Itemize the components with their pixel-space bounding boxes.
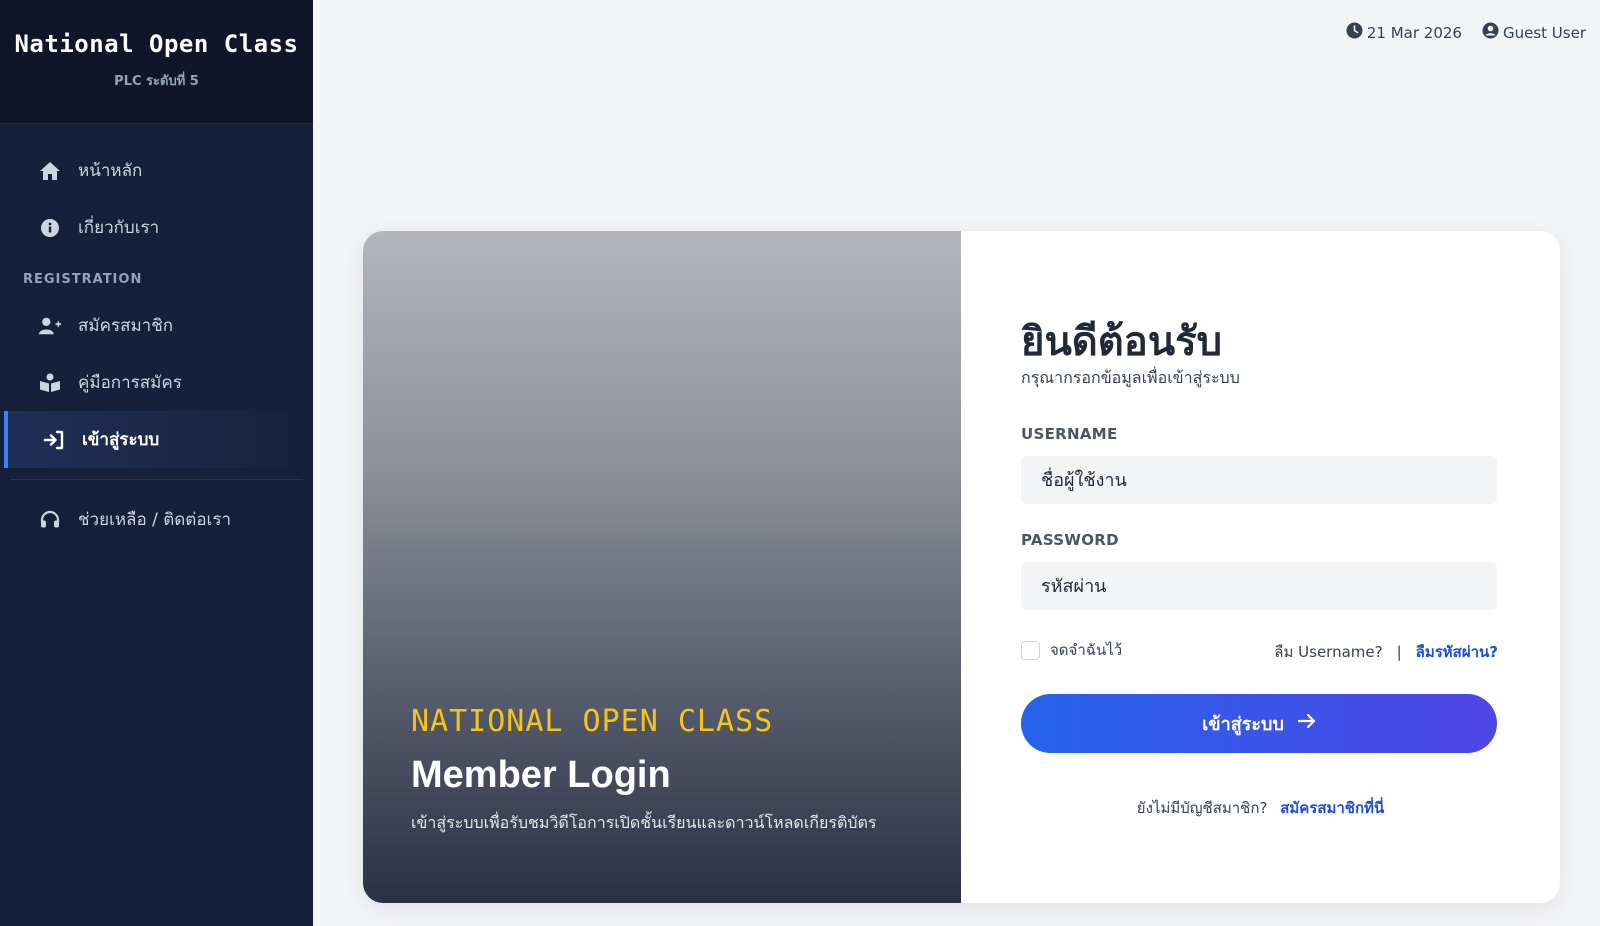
no-account-text: ยังไม่มีบัญชีสมาชิก? — [1136, 799, 1268, 817]
forgot-links: ลืม Username? | ลืมรหัสผ่าน? — [1274, 640, 1498, 664]
nav-divider — [10, 479, 303, 480]
login-button[interactable]: เข้าสู่ระบบ — [1021, 694, 1497, 753]
brand-subtitle: PLC ระดับที่ 5 — [114, 74, 199, 89]
info-icon — [38, 216, 62, 240]
sidebar-item-label: เข้าสู่ระบบ — [82, 430, 160, 450]
signup-link[interactable]: สมัครสมาชิกที่นี่ — [1280, 799, 1384, 817]
sidebar-item-help[interactable]: ช่วยเหลือ / ติดต่อเรา — [0, 491, 313, 548]
sidebar-item-home[interactable]: หน้าหลัก — [0, 142, 313, 199]
signup-prompt: ยังไม่มีบัญชีสมาชิก? สมัครสมาชิกที่นี่ — [961, 796, 1560, 820]
remember-me[interactable]: จดจำฉันไว้ — [1021, 638, 1122, 662]
sidebar-item-label: สมัครสมาชิก — [78, 316, 174, 336]
remember-label: จดจำฉันไว้ — [1050, 641, 1123, 659]
password-label: PASSWORD — [1021, 531, 1119, 549]
sidebar-item-label: คู่มือการสมัคร — [78, 373, 182, 393]
user-name: Guest User — [1502, 23, 1586, 42]
brand-title[interactable]: National Open Class — [0, 30, 313, 58]
password-field[interactable] — [1021, 562, 1497, 610]
user-circle-icon — [1482, 22, 1499, 43]
sidebar-item-guide[interactable]: คู่มือการสมัคร — [0, 354, 313, 411]
remember-checkbox[interactable] — [1021, 640, 1040, 660]
clock-icon — [1346, 22, 1363, 43]
hero-description: เข้าสู่ระบบเพื่อรับชมวิดีโอการเปิดชั้นเร… — [411, 813, 877, 832]
user-menu[interactable]: Guest User — [1482, 22, 1586, 43]
forgot-password-link[interactable]: ลืมรหัสผ่าน? — [1416, 640, 1498, 664]
headset-icon — [38, 508, 62, 532]
user-plus-icon — [38, 314, 62, 338]
sidebar-nav: หน้าหลัก เกี่ยวกับเรา REGISTRATION สมัคร… — [0, 124, 313, 548]
sidebar-item-label: ช่วยเหลือ / ติดต่อเรา — [78, 510, 232, 530]
date-display: 21 Mar 2026 — [1346, 22, 1462, 43]
sidebar-item-register[interactable]: สมัครสมาชิก — [0, 297, 313, 354]
sidebar-header: National Open Class PLC ระดับที่ 5 — [0, 0, 313, 124]
username-field[interactable] — [1021, 456, 1497, 504]
sidebar-item-label: เกี่ยวกับเรา — [78, 218, 160, 238]
date-text: 21 Mar 2026 — [1366, 23, 1462, 42]
book-reader-icon — [38, 371, 62, 395]
arrow-right-icon — [1297, 713, 1316, 734]
separator: | — [1396, 643, 1402, 661]
welcome-heading: ยินดีต้อนรับ — [1021, 319, 1222, 365]
sidebar-item-label: หน้าหลัก — [78, 161, 143, 181]
forgot-username-link[interactable]: ลืม Username? — [1274, 640, 1382, 664]
topbar: 21 Mar 2026 Guest User — [1346, 22, 1586, 43]
sidebar-item-about[interactable]: เกี่ยวกับเรา — [0, 199, 313, 256]
login-form: ยินดีต้อนรับ กรุณากรอกข้อมูลเพื่อเข้าสู่… — [961, 231, 1560, 903]
hero-panel: NATIONAL OPEN CLASS Member Login เข้าสู่… — [363, 231, 961, 903]
hero-title: Member Login — [411, 754, 671, 796]
login-button-label: เข้าสู่ระบบ — [1202, 714, 1284, 735]
sidebar-item-login[interactable]: เข้าสู่ระบบ — [4, 411, 289, 468]
username-label: USERNAME — [1021, 425, 1118, 443]
hero-eyebrow: NATIONAL OPEN CLASS — [411, 704, 774, 739]
sign-in-icon — [42, 428, 66, 452]
sidebar: National Open Class PLC ระดับที่ 5 หน้าห… — [0, 0, 313, 926]
login-card: NATIONAL OPEN CLASS Member Login เข้าสู่… — [363, 231, 1560, 903]
welcome-subtitle: กรุณากรอกข้อมูลเพื่อเข้าสู่ระบบ — [1021, 368, 1240, 387]
nav-section-registration: REGISTRATION — [23, 272, 143, 287]
home-icon — [38, 159, 62, 183]
